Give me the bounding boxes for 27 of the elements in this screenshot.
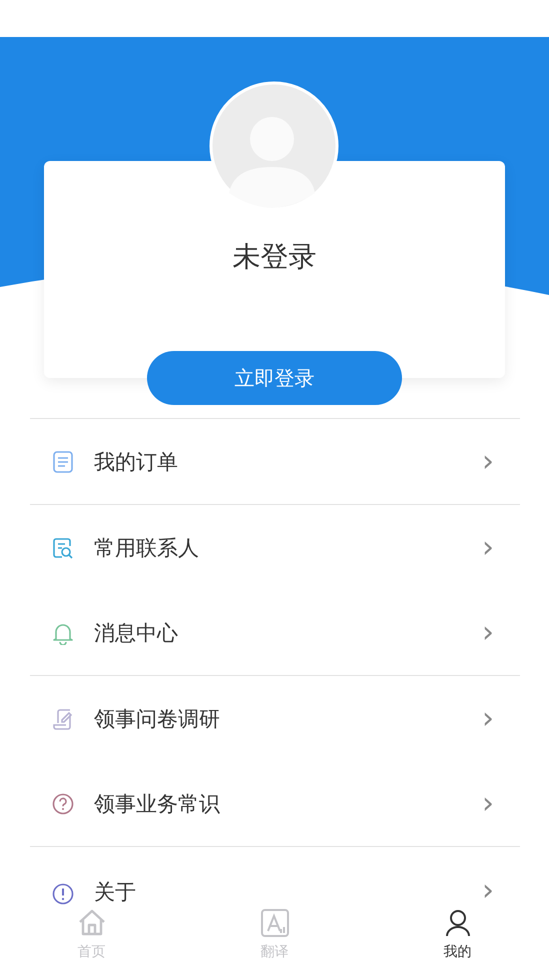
edit-icon bbox=[52, 706, 74, 730]
user-name: 未登录 bbox=[232, 239, 316, 275]
chevron-icon: › bbox=[482, 788, 494, 818]
login-button[interactable]: 立即登录 bbox=[147, 351, 402, 405]
translate-icon bbox=[258, 907, 290, 939]
chevron-icon: › bbox=[482, 876, 494, 906]
menu-item[interactable]: 关于 › bbox=[30, 847, 520, 907]
menu-label: 领事业务常识 bbox=[94, 790, 221, 818]
tab[interactable]: 我的 bbox=[366, 907, 549, 977]
menu-item[interactable]: 常用联系人 › bbox=[30, 505, 520, 590]
menu-item[interactable]: 消息中心 › bbox=[30, 590, 520, 675]
chevron-icon: › bbox=[482, 446, 494, 476]
document-search-icon bbox=[52, 536, 74, 560]
chevron-icon: › bbox=[482, 704, 494, 734]
menu-label: 常用联系人 bbox=[94, 534, 200, 562]
menu-item[interactable]: 领事业务常识 › bbox=[30, 761, 520, 846]
help-icon bbox=[52, 792, 74, 816]
menu-item[interactable]: 领事问卷调研 › bbox=[30, 676, 520, 761]
menu-label: 关于 bbox=[94, 879, 137, 906]
chevron-icon: › bbox=[482, 618, 494, 648]
menu-label: 消息中心 bbox=[94, 620, 179, 646]
menu-label: 我的订单 bbox=[94, 448, 179, 476]
chevron-icon: › bbox=[482, 532, 494, 562]
menu-item[interactable]: 我的订单 › bbox=[30, 419, 520, 504]
info-icon bbox=[52, 882, 74, 906]
menu-label: 领事问卷调研 bbox=[94, 706, 221, 732]
document-icon bbox=[52, 450, 74, 474]
